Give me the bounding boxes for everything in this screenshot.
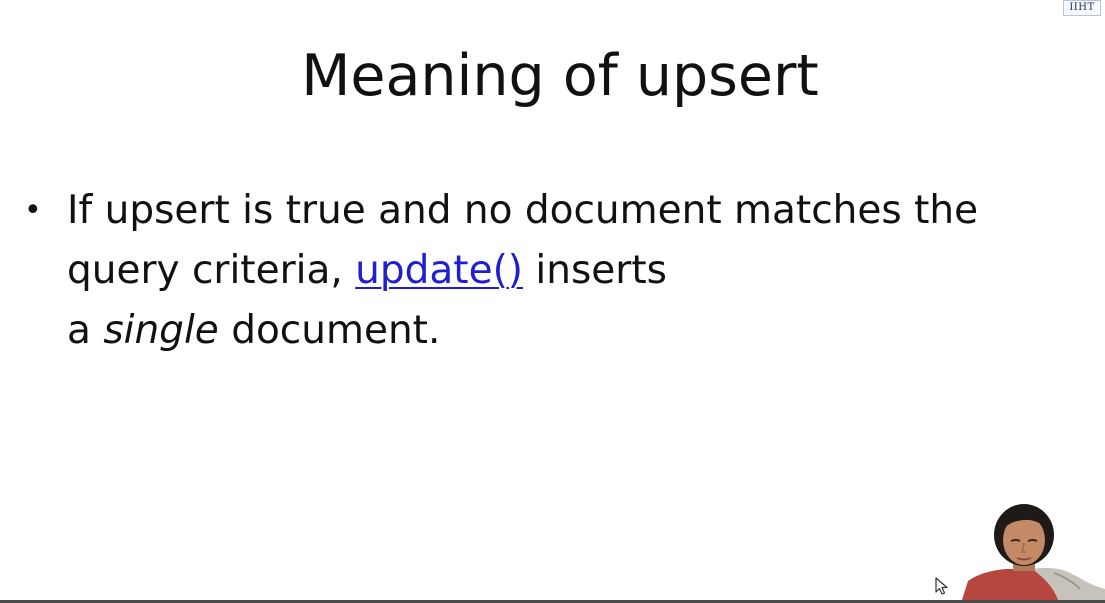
bullet-line-2-suffix: inserts	[535, 248, 667, 293]
slide-title: Meaning of upsert	[301, 43, 819, 109]
slide: IIHT Meaning of upsert • If upsert is tr…	[0, 0, 1105, 603]
bullet-icon: •	[24, 193, 42, 228]
bullet-line-1: If upsert is true and no document matche…	[67, 188, 979, 233]
update-link[interactable]: update()	[355, 248, 523, 293]
mouse-cursor-icon	[935, 577, 948, 595]
bullet-line-3: a single document.	[67, 301, 1077, 361]
logo-text: IIHT	[1069, 2, 1095, 13]
bullet-line-3-prefix: a	[67, 308, 91, 353]
bullet-line-3-italic: single	[103, 308, 219, 353]
bullet-text: If upsert is true and no document matche…	[67, 181, 1077, 361]
iiht-logo: IIHT	[1063, 0, 1101, 16]
bullet-line-2-prefix: query criteria,	[67, 248, 343, 293]
bullet-line-3-suffix: document.	[231, 308, 441, 353]
presenter-video	[962, 503, 1105, 600]
bullet-line-2: query criteria, update() inserts	[67, 241, 1077, 301]
